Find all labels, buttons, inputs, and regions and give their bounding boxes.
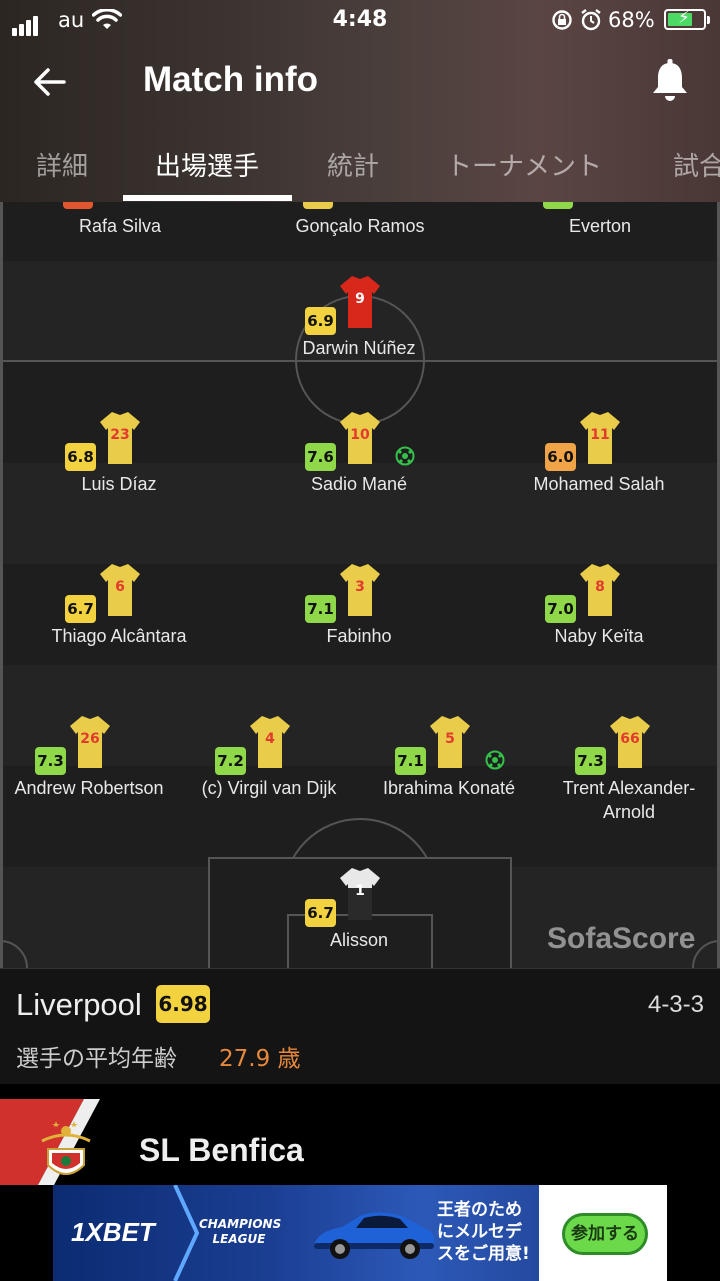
rating-badge: 6.9 — [305, 307, 336, 335]
shirt-icon — [543, 202, 573, 209]
ad-brand: 1XBET — [71, 1217, 155, 1247]
player-card[interactable]: 1 6.7 Alisson — [259, 866, 459, 968]
player-card[interactable]: 11 6.0 Mohamed Salah — [499, 410, 699, 520]
player-card[interactable]: 5 7.1 Ibrahima Konaté — [349, 714, 549, 824]
rotation-lock-icon — [552, 10, 572, 30]
tab-lineups[interactable]: 出場選手 — [155, 146, 259, 183]
shirt-number: 10 — [350, 427, 370, 443]
player-card[interactable]: 8 7.0 Naby Keïta — [499, 562, 699, 672]
ad-banner[interactable]: 1XBET CHAMPIONS LEAGUE 王者のためにメルセデスをご用意! … — [53, 1185, 667, 1281]
player-name[interactable]: Rafa Silva — [0, 216, 240, 237]
tab-tournament[interactable]: トーナメント — [446, 146, 602, 183]
rating-badge: 6.7 — [65, 595, 96, 623]
player-name: Darwin Núñez — [302, 338, 416, 358]
player-card[interactable]: 4 7.2 (c) Virgil van Dijk — [169, 714, 369, 824]
player-name: Fabinho — [326, 626, 392, 646]
header: au 4:48 68% ⚡ Match info 詳細 出場選手 統計 トーナメ… — [0, 0, 720, 202]
page-title: Match info — [143, 60, 318, 99]
player-card[interactable]: 9 6.9 Darwin Núñez — [259, 274, 459, 384]
player-card[interactable]: 66 7.3 Trent Alexander-Arnold — [529, 714, 720, 824]
goal-ball-icon — [395, 446, 415, 466]
team-summary: Liverpool 6.98 4-3-3 選手の平均年齢 27.9 歳 — [0, 968, 720, 1084]
car-image — [314, 1212, 435, 1259]
shirt-number: 3 — [355, 579, 365, 595]
chevron-right-icon — [173, 1185, 200, 1281]
shirt-icon — [303, 202, 333, 209]
tab-matches[interactable]: 試合 — [673, 146, 720, 183]
rating-badge: 7.6 — [305, 443, 336, 471]
shirt-number: 66 — [620, 731, 640, 747]
shirt-number: 6 — [115, 579, 125, 595]
rating-badge: 7.0 — [545, 595, 576, 623]
player-name[interactable]: Everton — [480, 216, 720, 237]
ad-join-button[interactable]: 参加する — [562, 1213, 648, 1255]
status-bar: au 4:48 68% ⚡ — [0, 0, 720, 40]
player-name: Thiago Alcântara — [51, 626, 187, 646]
rating-badge: 6.7 — [305, 899, 336, 927]
shirt-number: 1 — [355, 883, 365, 899]
average-age-label: 選手の平均年齢 — [16, 1046, 177, 1072]
rating-badge: 7.1 — [395, 747, 426, 775]
player-name[interactable]: Gonçalo Ramos — [240, 216, 480, 237]
rating-badge: 7.1 — [305, 595, 336, 623]
player-name: Luis Díaz — [81, 474, 157, 494]
player-card[interactable]: 10 7.6 Sadio Mané — [259, 410, 459, 520]
sofascore-watermark: SofaScore — [547, 922, 696, 955]
touchline-left — [0, 202, 3, 968]
alarm-icon — [581, 9, 601, 31]
player-card[interactable]: 26 7.3 Andrew Robertson — [0, 714, 189, 824]
tab-indicator — [123, 195, 292, 201]
player-card[interactable]: 23 6.8 Luis Díaz — [19, 410, 219, 520]
opponent-team-name: SL Benfica — [139, 1132, 304, 1168]
player-name: Trent Alexander-Arnold — [562, 778, 696, 822]
team-name: Liverpool — [16, 987, 142, 1022]
team-rating-badge: 6.98 — [156, 985, 210, 1023]
player-card[interactable]: 6 6.7 Thiago Alcântara — [19, 562, 219, 672]
average-age-value: 27.9 歳 — [219, 1046, 301, 1072]
tab-details[interactable]: 詳細 — [36, 146, 88, 183]
rating-badge: 6.0 — [545, 443, 576, 471]
shirt-number: 11 — [590, 427, 610, 443]
goal-ball-icon — [485, 750, 505, 770]
rating-badge: 7.2 — [215, 747, 246, 775]
ad-copy: 王者のためにメルセデスをご用意! — [437, 1200, 530, 1264]
rating-badge: 6.8 — [65, 443, 96, 471]
back-arrow-icon[interactable] — [30, 62, 70, 102]
shirt-number: 9 — [355, 291, 365, 307]
battery-icon: ⚡ — [664, 8, 710, 30]
player-name: Alisson — [329, 930, 389, 950]
shirt-number: 23 — [110, 427, 130, 443]
shirt-number: 5 — [445, 731, 455, 747]
player-name: Sadio Mané — [310, 474, 408, 494]
bell-icon[interactable] — [648, 58, 692, 104]
shirt-number: 4 — [265, 731, 275, 747]
opponent-team-row[interactable]: SL Benfica — [0, 1084, 720, 1185]
shirt-number: 26 — [80, 731, 100, 747]
tab-statistics[interactable]: 統計 — [327, 146, 379, 183]
player-name: Mohamed Salah — [533, 474, 665, 494]
player-card[interactable]: 3 7.1 Fabinho — [259, 562, 459, 672]
ad-league: CHAMPIONS LEAGUE — [199, 1217, 282, 1246]
shirt-icon — [63, 202, 93, 209]
formation: 4-3-3 — [647, 991, 704, 1018]
rating-badge: 7.3 — [35, 747, 66, 775]
pitch: SofaScore Rafa Silva Gonçalo Ramos Evert… — [0, 202, 720, 968]
player-name: Naby Keïta — [554, 626, 644, 646]
shirt-number: 8 — [595, 579, 605, 595]
rating-badge: 7.3 — [575, 747, 606, 775]
battery-percent: 68% — [608, 8, 655, 32]
benfica-crest-icon — [0, 1099, 100, 1185]
tab-bar: 詳細 出場選手 統計 トーナメント 試合 — [0, 140, 720, 202]
